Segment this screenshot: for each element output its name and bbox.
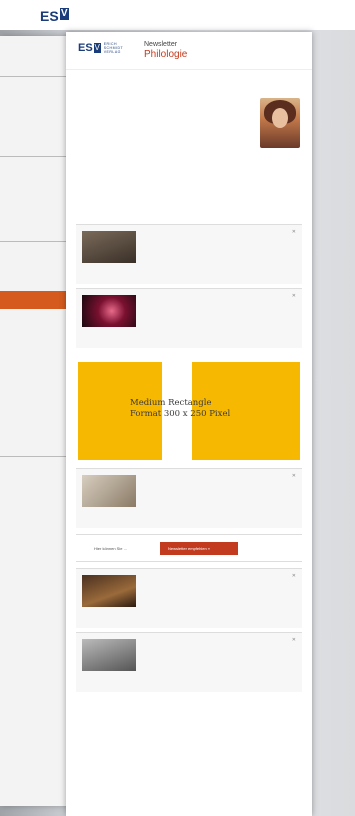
medium-rectangle-ad[interactable]: Medium Rectangle Format 300 x 250 Pixel (78, 362, 300, 460)
ad-slot: Medium Rectangle Format 300 x 250 Pixel (66, 356, 312, 464)
close-icon[interactable]: ✕ (292, 473, 296, 479)
article-thumbnail[interactable] (82, 575, 136, 607)
brand-mark: V (93, 43, 101, 53)
close-icon[interactable]: ✕ (292, 229, 296, 235)
ad-text: Medium Rectangle Format 300 x 250 Pixel (130, 398, 230, 420)
recommend-newsletter-button[interactable]: Newsletter empfehlen » (160, 542, 238, 555)
newsletter-sheet: ES V ERICH SCHMIDT VERLAG Newsletter Phi… (66, 32, 312, 816)
article-item[interactable]: ✕ (76, 288, 302, 348)
close-icon[interactable]: ✕ (292, 637, 296, 643)
newsletter-subtitle: Philologie (144, 49, 188, 60)
article-item[interactable]: ✕ (76, 224, 302, 284)
close-icon[interactable]: ✕ (292, 293, 296, 299)
top-logo-letters: ES (40, 8, 59, 24)
publisher-footer (66, 696, 312, 712)
brand-subtitle: ERICH SCHMIDT VERLAG (103, 42, 124, 54)
background-rule (0, 156, 70, 157)
top-logo-mark: V (59, 8, 69, 20)
ad-line-1: Medium Rectangle (130, 398, 212, 408)
intro-section (66, 70, 312, 220)
recommend-label: Hier können Sie ... (94, 546, 127, 551)
background-rule (0, 241, 70, 242)
ad-line-2: Format 300 x 250 Pixel (130, 409, 231, 419)
recommend-section: Hier können Sie ... Newsletter empfehlen… (76, 534, 302, 562)
article-thumbnail[interactable] (82, 231, 136, 263)
background-orange-strip (0, 291, 70, 309)
newsletter-title: Newsletter (144, 41, 178, 48)
background-page (0, 36, 70, 806)
portrait-face (272, 108, 288, 128)
article-thumbnail[interactable] (82, 475, 136, 507)
newsletter-header: ES V ERICH SCHMIDT VERLAG Newsletter Phi… (66, 32, 312, 70)
article-item[interactable]: ✕ (76, 468, 302, 528)
article-thumbnail[interactable] (82, 295, 136, 327)
close-icon[interactable]: ✕ (292, 573, 296, 579)
background-rule (0, 456, 70, 457)
article-item[interactable]: ✕ (76, 568, 302, 628)
top-logo: ES V (40, 8, 69, 24)
background-rule (0, 76, 70, 77)
brand-letters: ES (78, 42, 93, 54)
article-item[interactable]: ✕ (76, 632, 302, 692)
article-thumbnail[interactable] (82, 639, 136, 671)
editor-portrait (260, 98, 300, 148)
brand-logo[interactable]: ES V ERICH SCHMIDT VERLAG (78, 42, 128, 54)
